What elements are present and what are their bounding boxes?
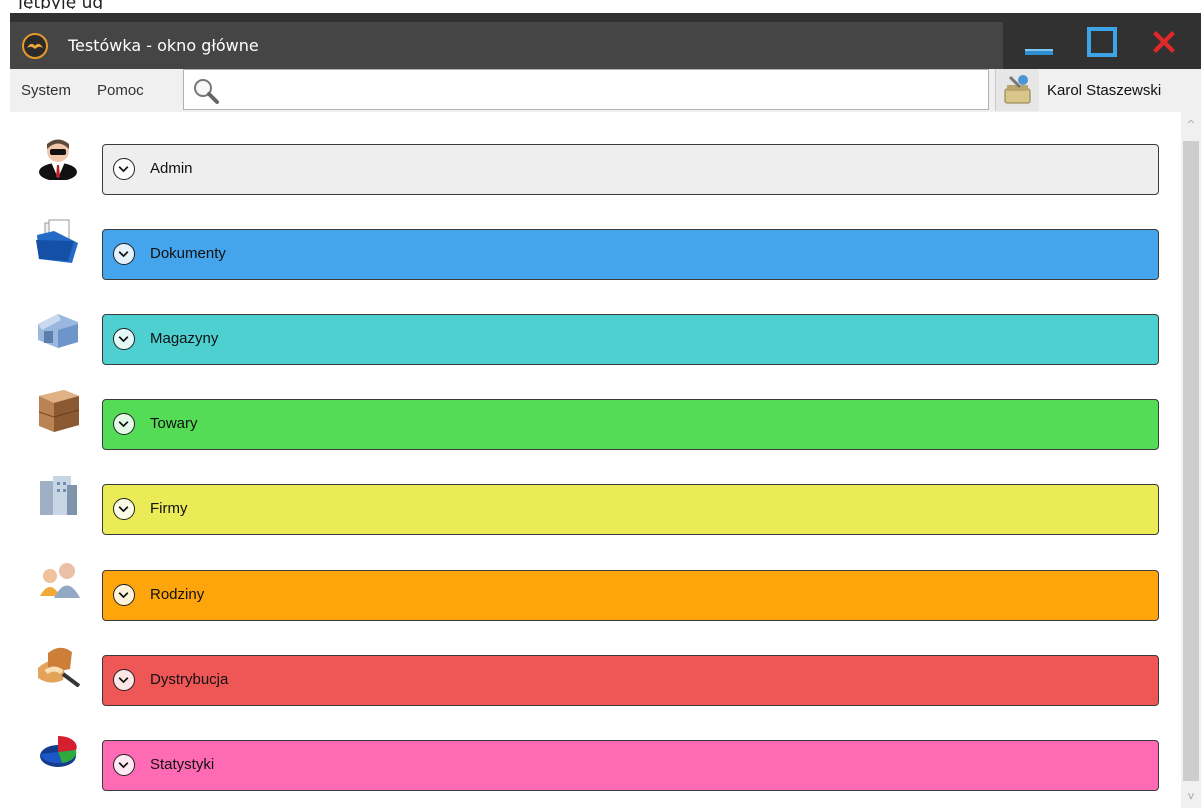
menu-system[interactable]: System (21, 82, 71, 99)
scroll-up-icon[interactable]: ^ (1184, 118, 1198, 132)
module-label: Statystyki (150, 756, 215, 773)
chevron-down-icon (113, 413, 135, 435)
module-towary[interactable]: Towary (102, 399, 1159, 450)
module-magazyny[interactable]: Magazyny (102, 314, 1159, 365)
chevron-down-icon (113, 328, 135, 350)
bread-knife-icon (38, 647, 81, 687)
tools-icon (1004, 75, 1031, 104)
window-title: Testówka - okno główne (68, 36, 259, 55)
search-box[interactable] (183, 69, 989, 110)
module-dystrybucja[interactable]: Dystrybucja (102, 655, 1159, 706)
chevron-down-icon (113, 158, 135, 180)
pie-chart-icon (40, 735, 77, 767)
module-label: Magazyny (150, 330, 219, 347)
module-admin[interactable]: Admin (102, 144, 1159, 195)
close-icon[interactable] (1147, 25, 1181, 59)
vertical-scrollbar[interactable]: ^ v (1181, 112, 1201, 808)
module-label: Rodziny (150, 586, 205, 603)
family-people-icon (40, 563, 80, 598)
app-logo-icon (22, 33, 48, 59)
main-window: Testówka - okno główne System Pomoc Karo… (10, 13, 1201, 808)
title-tab: Testówka - okno główne (10, 22, 1003, 69)
module-firmy[interactable]: Firmy (102, 484, 1159, 535)
modules-panel: Admin Dokumenty Magazyny Towary Firmy Ro… (10, 112, 1201, 808)
user-name[interactable]: Karol Staszewski (1047, 82, 1161, 99)
module-statystyki[interactable]: Statystyki (102, 740, 1159, 791)
chevron-down-icon (113, 243, 135, 265)
cropped-top-text: Jętpyję ug (18, 0, 103, 9)
chevron-down-icon (113, 498, 135, 520)
search-input[interactable] (224, 74, 988, 107)
minimize-icon[interactable] (1022, 25, 1056, 59)
settings-button[interactable] (995, 69, 1039, 111)
module-dokumenty[interactable]: Dokumenty (102, 229, 1159, 280)
admin-user-icon (39, 139, 77, 180)
chevron-down-icon (113, 584, 135, 606)
module-label: Dystrybucja (150, 671, 229, 688)
scrollbar-thumb[interactable] (1183, 141, 1199, 781)
maximize-icon[interactable] (1085, 25, 1119, 59)
warehouse-icon (38, 314, 78, 348)
folder-documents-icon (36, 219, 78, 263)
module-label: Towary (150, 415, 198, 432)
search-icon[interactable] (192, 77, 220, 105)
title-bar[interactable]: Testówka - okno główne (10, 13, 1201, 69)
module-label: Admin (150, 160, 193, 177)
office-buildings-icon (40, 476, 77, 515)
chevron-down-icon (113, 754, 135, 776)
menu-pomoc[interactable]: Pomoc (97, 82, 144, 99)
module-label: Dokumenty (150, 245, 226, 262)
chevron-down-icon (113, 669, 135, 691)
menu-bar: System Pomoc Karol Staszewski (10, 69, 1201, 112)
boxes-pallet-icon (38, 390, 80, 432)
module-label: Firmy (150, 500, 188, 517)
module-rodziny[interactable]: Rodziny (102, 570, 1159, 621)
scroll-down-icon[interactable]: v (1184, 789, 1198, 803)
